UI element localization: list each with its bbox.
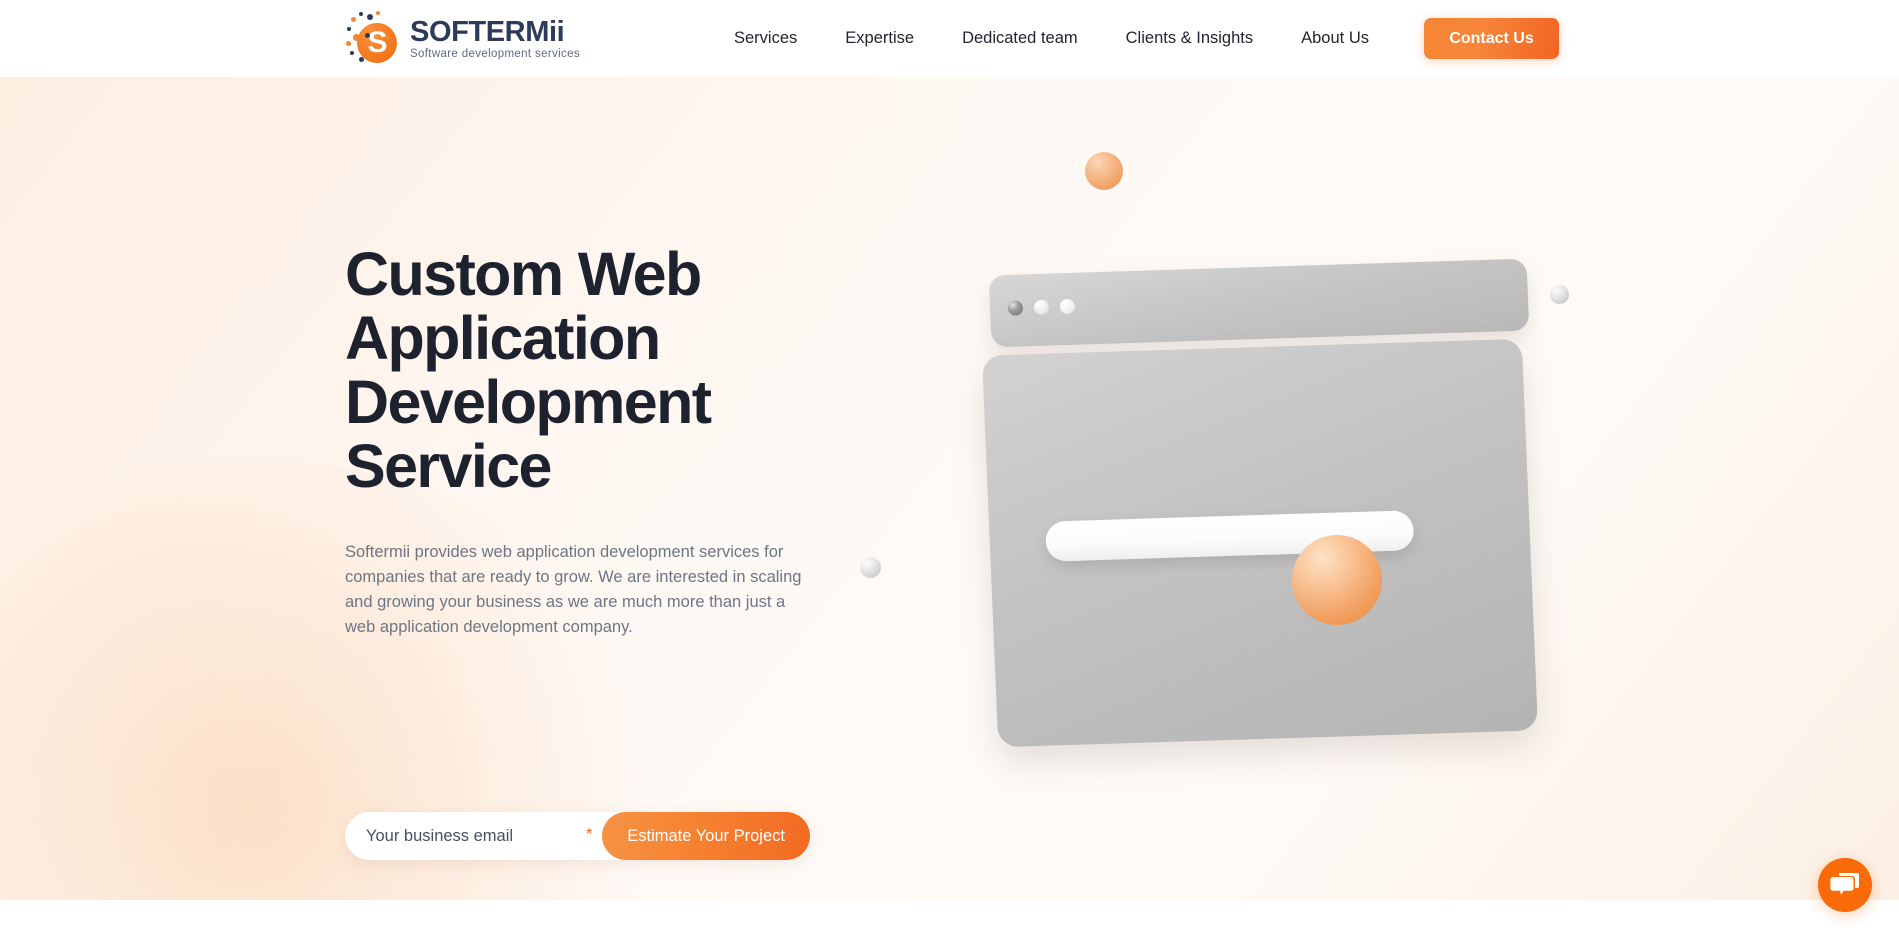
contact-us-button[interactable]: Contact Us (1424, 18, 1559, 59)
nav-item-services[interactable]: Services (710, 29, 821, 48)
browser-body-3d (981, 338, 1539, 748)
site-header: S SOFTERMii Software development service… (0, 0, 1899, 77)
page-title: Custom Web Application Development Servi… (345, 240, 712, 501)
hero-section: Custom Web Application Development Servi… (0, 77, 1899, 900)
window-dot-icon (1007, 300, 1024, 316)
browser-titlebar-3d (988, 258, 1530, 348)
logo-wordmark: SOFTERMii (410, 15, 565, 48)
window-dot-icon (1033, 299, 1050, 316)
hero-illustration (860, 152, 1640, 807)
nav-item-dedicated-team[interactable]: Dedicated team (938, 29, 1102, 48)
main-navigation: Services Expertise Dedicated team Client… (710, 0, 1393, 77)
orange-sphere-large-icon (1292, 535, 1382, 625)
gray-sphere-right-icon (1550, 285, 1569, 304)
chat-widget-button[interactable] (1818, 858, 1872, 912)
orange-sphere-small-icon (1085, 152, 1123, 190)
logo-tagline: Software development services (410, 48, 580, 61)
business-email-input[interactable] (345, 826, 586, 846)
logo-letter: S (367, 26, 387, 59)
page-root: S SOFTERMii Software development service… (0, 0, 1899, 930)
nav-item-clients-insights[interactable]: Clients & Insights (1102, 29, 1277, 48)
estimate-your-project-button[interactable]: Estimate Your Project (602, 812, 810, 860)
site-logo[interactable]: S SOFTERMii Software development service… (345, 10, 580, 68)
nav-item-expertise[interactable]: Expertise (821, 29, 938, 48)
softermii-logo-icon: S (345, 11, 401, 67)
required-asterisk: * (586, 826, 593, 843)
hero-content: Custom Web Application Development Servi… (345, 242, 865, 641)
window-dot-icon (1059, 298, 1076, 315)
estimate-project-form: * Estimate Your Project (345, 812, 810, 860)
chat-bubble-icon (1830, 873, 1859, 895)
nav-item-about-us[interactable]: About Us (1277, 29, 1393, 48)
window-control-dots (1007, 298, 1076, 316)
hero-description: Softermii provides web application devel… (345, 543, 802, 637)
